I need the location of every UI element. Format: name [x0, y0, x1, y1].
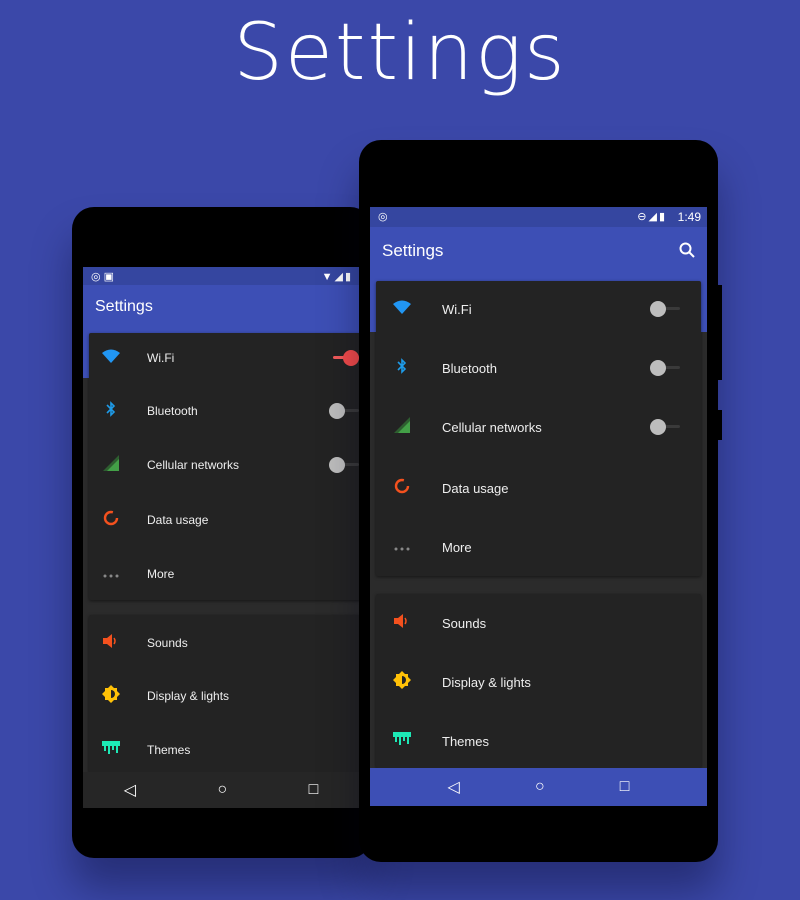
settings-card-network: Wi.Fi Bluetooth Cellular networks Data usag…	[376, 281, 701, 576]
back-button[interactable]: ◁	[448, 777, 460, 797]
more-icon	[390, 538, 414, 556]
home-button[interactable]: ○	[535, 778, 545, 796]
settings-card-device: Sounds Display & lights Themes	[89, 615, 359, 773]
bluetooth-icon	[390, 357, 414, 379]
settings-card-device: Sounds Display & lights Themes	[376, 594, 701, 768]
right-screen: ◎ ⊖◢▮ 1:49 Settings Wi.Fi Bluetooth Cellul…	[370, 207, 707, 806]
status-icons-left: ◎	[378, 211, 388, 223]
more-icon	[99, 565, 123, 583]
settings-item-more[interactable]: More	[376, 522, 701, 572]
data-usage-icon	[99, 510, 123, 531]
recents-button[interactable]: □	[620, 778, 630, 796]
settings-item-label: Data usage	[147, 513, 209, 527]
settings-item-label: Cellular networks	[147, 458, 240, 472]
settings-item-label: Cellular networks	[442, 419, 542, 435]
themes-icon	[99, 740, 123, 760]
themes-icon	[390, 731, 414, 751]
settings-item-label: Themes	[147, 743, 191, 757]
settings-item-label: Wi.Fi	[442, 301, 472, 317]
wifi-icon	[99, 349, 123, 368]
toolbar-title: Settings	[95, 298, 153, 315]
left-screen: ◎ ▣ ▼◢▮ Settings Wi.Fi Bluetooth Cellular …	[83, 267, 359, 808]
volume-button[interactable]	[717, 410, 722, 440]
settings-item-wi-fi[interactable]: Wi.Fi	[376, 284, 701, 334]
wifi-icon	[390, 300, 414, 319]
power-button[interactable]	[717, 285, 722, 380]
settings-item-sounds[interactable]: Sounds	[376, 598, 701, 648]
status-time: 1:49	[677, 210, 701, 224]
volume-icon	[99, 633, 123, 653]
settings-item-cellular-networks[interactable]: Cellular networks	[89, 440, 359, 490]
status-bar: ◎ ⊖◢▮ 1:49	[370, 207, 707, 227]
status-bar: ◎ ▣ ▼◢▮	[83, 267, 359, 285]
settings-item-label: Sounds	[147, 636, 188, 650]
data-usage-icon	[390, 478, 414, 499]
settings-card-network: Wi.Fi Bluetooth Cellular networks Data usag…	[89, 333, 359, 600]
recents-button[interactable]: □	[309, 781, 319, 799]
toggle-switch[interactable]	[329, 350, 359, 366]
toggle-switch[interactable]	[329, 457, 359, 473]
settings-item-label: Data usage	[442, 480, 509, 496]
settings-item-more[interactable]: More	[89, 549, 359, 599]
settings-item-bluetooth[interactable]: Bluetooth	[376, 343, 701, 393]
settings-item-cellular-networks[interactable]: Cellular networks	[376, 402, 701, 452]
settings-item-display-lights[interactable]: Display & lights	[89, 671, 359, 721]
search-icon[interactable]	[679, 242, 695, 258]
settings-item-data-usage[interactable]: Data usage	[376, 463, 701, 513]
settings-item-data-usage[interactable]: Data usage	[89, 495, 359, 545]
settings-item-sounds[interactable]: Sounds	[89, 618, 359, 668]
brightness-icon	[390, 670, 414, 694]
headline: Settings	[233, 8, 567, 98]
settings-item-label: Display & lights	[147, 689, 230, 703]
settings-item-label: Sounds	[442, 615, 487, 631]
toolbar-title: Settings	[382, 241, 444, 260]
signal-icon	[390, 416, 414, 438]
nav-bar: ◁ ○ □	[370, 768, 707, 806]
toggle-switch[interactable]	[329, 403, 359, 419]
volume-icon	[390, 613, 414, 633]
status-icons-right: ⊖◢▮	[637, 211, 667, 223]
settings-item-label: Wi.Fi	[147, 351, 175, 365]
bluetooth-icon	[99, 400, 123, 422]
settings-item-wi-fi[interactable]: Wi.Fi	[89, 333, 359, 383]
settings-item-themes[interactable]: Themes	[89, 725, 359, 775]
settings-item-label: Themes	[442, 733, 489, 749]
toggle-switch[interactable]	[650, 360, 680, 376]
settings-item-label: More	[147, 567, 175, 581]
nav-bar: ◁ ○ □	[83, 772, 359, 808]
status-icons-left: ◎ ▣	[91, 271, 115, 283]
settings-item-display-lights[interactable]: Display & lights	[376, 657, 701, 707]
brightness-icon	[99, 684, 123, 708]
settings-item-themes[interactable]: Themes	[376, 716, 701, 766]
settings-item-label: Bluetooth	[442, 360, 497, 376]
toggle-switch[interactable]	[650, 301, 680, 317]
home-button[interactable]: ○	[217, 781, 227, 799]
toggle-switch[interactable]	[650, 419, 680, 435]
signal-icon	[99, 454, 123, 476]
settings-item-label: More	[442, 539, 472, 555]
settings-item-label: Display & lights	[442, 674, 531, 690]
status-icons-right: ▼◢▮	[321, 271, 353, 283]
settings-item-label: Bluetooth	[147, 404, 198, 418]
settings-item-bluetooth[interactable]: Bluetooth	[89, 386, 359, 436]
back-button[interactable]: ◁	[124, 780, 136, 800]
